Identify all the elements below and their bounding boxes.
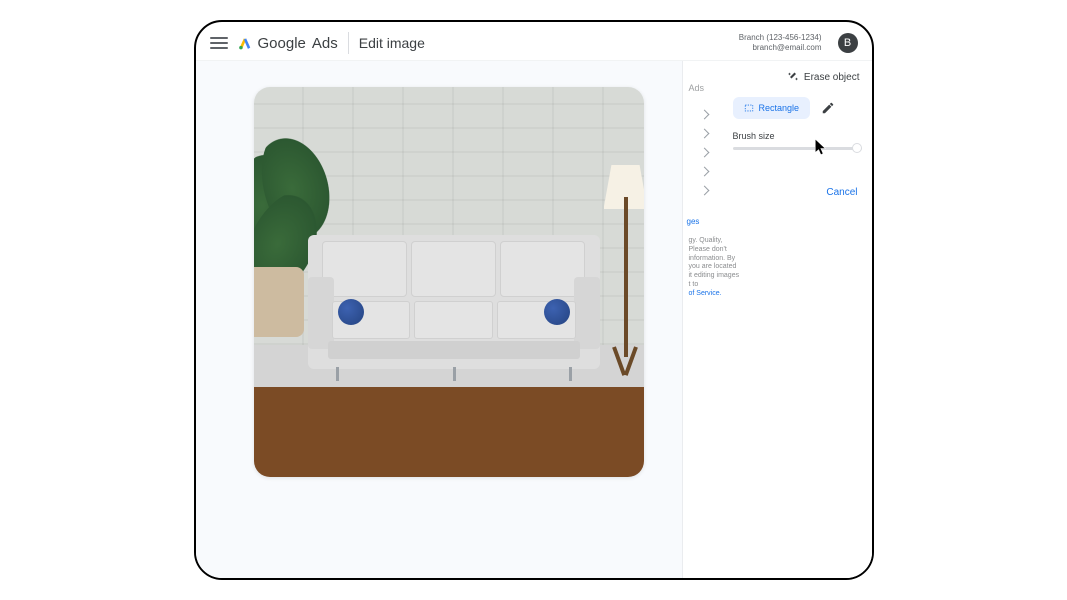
chevron-right-icon [699,110,709,120]
avatar[interactable]: B [838,33,858,53]
pillow-icon [544,299,570,325]
canvas-area [196,61,682,578]
slider-handle-icon[interactable] [852,143,862,153]
plant-pot-icon [254,267,304,337]
pillow-icon [338,299,364,325]
background-link-fragment: ges [687,217,700,226]
mouse-cursor-icon [815,139,829,161]
brush-tool-button[interactable] [818,98,838,118]
brush-size-label: Brush size [683,123,872,141]
image-preview[interactable] [254,87,644,477]
account-name: Branch (123-456-1234) [739,33,822,43]
main-body: Ads Erase object [196,60,872,578]
rectangle-select-icon [744,103,754,113]
chevron-right-icon [699,167,709,177]
page-title: Edit image [359,35,425,51]
menu-icon[interactable] [210,34,228,52]
background-fine-print: gy. Quality, Please don't information. B… [689,237,744,298]
brand: Google Ads [238,35,338,52]
brand-word-1: Google [258,35,306,52]
device-frame: Google Ads Edit image Branch (123-456-12… [194,20,874,580]
erase-object-title: Erase object [787,71,860,83]
chevron-right-icon [699,186,709,196]
scene-floor [254,387,644,477]
cancel-button[interactable]: Cancel [826,187,857,198]
rectangle-tool-button[interactable]: Rectangle [733,97,811,119]
edit-panel: Ads Erase object [682,61,872,578]
pencil-icon [821,101,835,115]
background-ads-label: Ads [689,83,705,93]
topbar-divider [348,32,349,54]
panel-header: Erase object [683,61,872,89]
topbar: Google Ads Edit image Branch (123-456-12… [196,22,872,60]
magic-eraser-icon [787,71,799,83]
account-email: branch@email.com [739,43,822,53]
lamp-pole-icon [624,197,628,357]
chevron-right-icon [699,148,709,158]
brand-word-2: Ads [312,35,338,52]
google-ads-logo-icon [238,36,252,50]
account-info[interactable]: Branch (123-456-1234) branch@email.com [739,33,822,54]
sofa-icon [308,235,600,369]
brush-size-slider[interactable] [733,147,862,150]
